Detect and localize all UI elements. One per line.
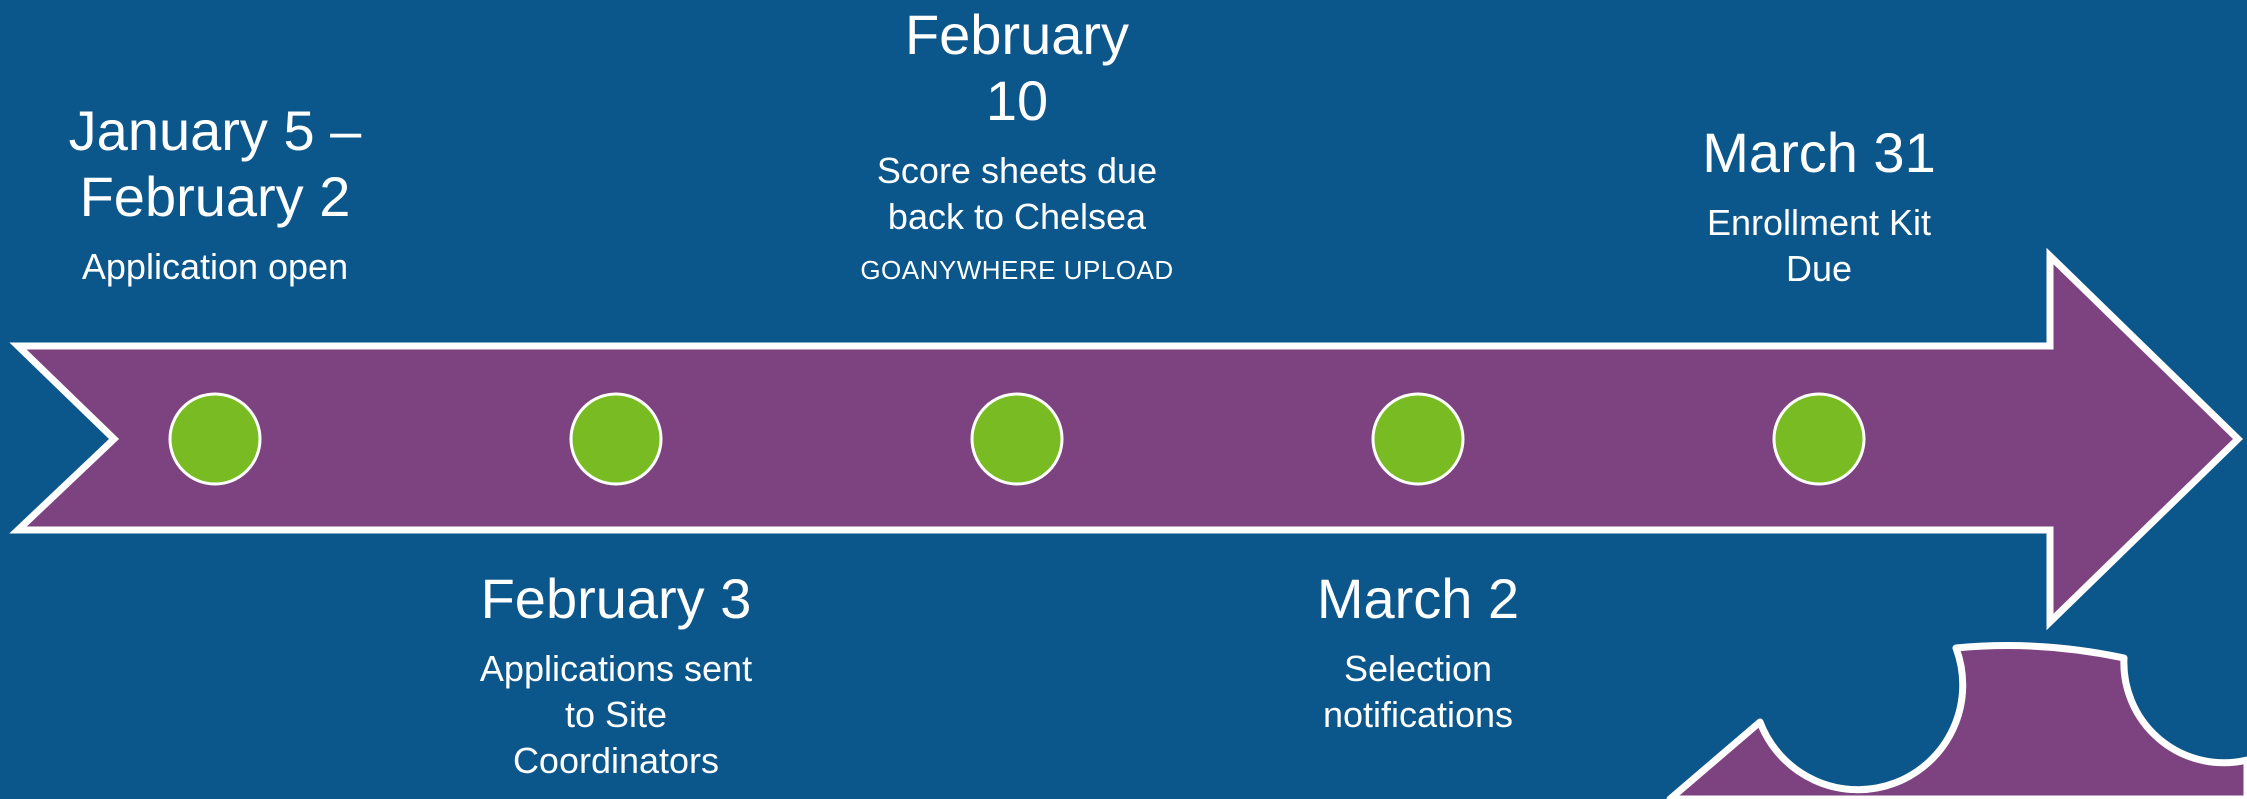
event-description: Enrollment Kit Due (1706, 202, 1932, 289)
milestone-dot-4 (1371, 392, 1465, 486)
event-note: GOANYWHERE UPLOAD (860, 255, 1174, 285)
event-date: February 10 (904, 3, 1130, 132)
milestone-dot-3 (970, 392, 1064, 486)
gear-shape (1666, 642, 2247, 799)
event-description: Selection notifications (1322, 648, 1514, 735)
milestone-dot-1 (168, 392, 262, 486)
timeline-arrow (9, 247, 2244, 631)
event-description: Score sheets due back to Chelsea (876, 150, 1158, 237)
event-date: February 3 (480, 567, 752, 630)
milestone-dot-2 (569, 392, 663, 486)
timeline-slide: January 5 – February 2 Application open F… (0, 0, 2247, 799)
event-date: March 2 (1316, 567, 1520, 630)
event-description: Applications sent to Site Coordinators (479, 648, 753, 781)
event-1: January 5 – February 2 Application open (5, 98, 425, 290)
event-3: February 10 Score sheets due back to Chels… (807, 2, 1227, 286)
milestone-dot-5 (1772, 392, 1866, 486)
event-2: February 3 Applications sent to Site Coord… (406, 566, 826, 784)
event-date: January 5 – February 2 (68, 99, 362, 228)
event-4: March 2 Selection notifications (1208, 566, 1628, 738)
event-5: March 31 Enrollment Kit Due (1609, 120, 2029, 292)
event-description: Application open (81, 246, 349, 287)
event-date: March 31 (1702, 121, 1936, 184)
